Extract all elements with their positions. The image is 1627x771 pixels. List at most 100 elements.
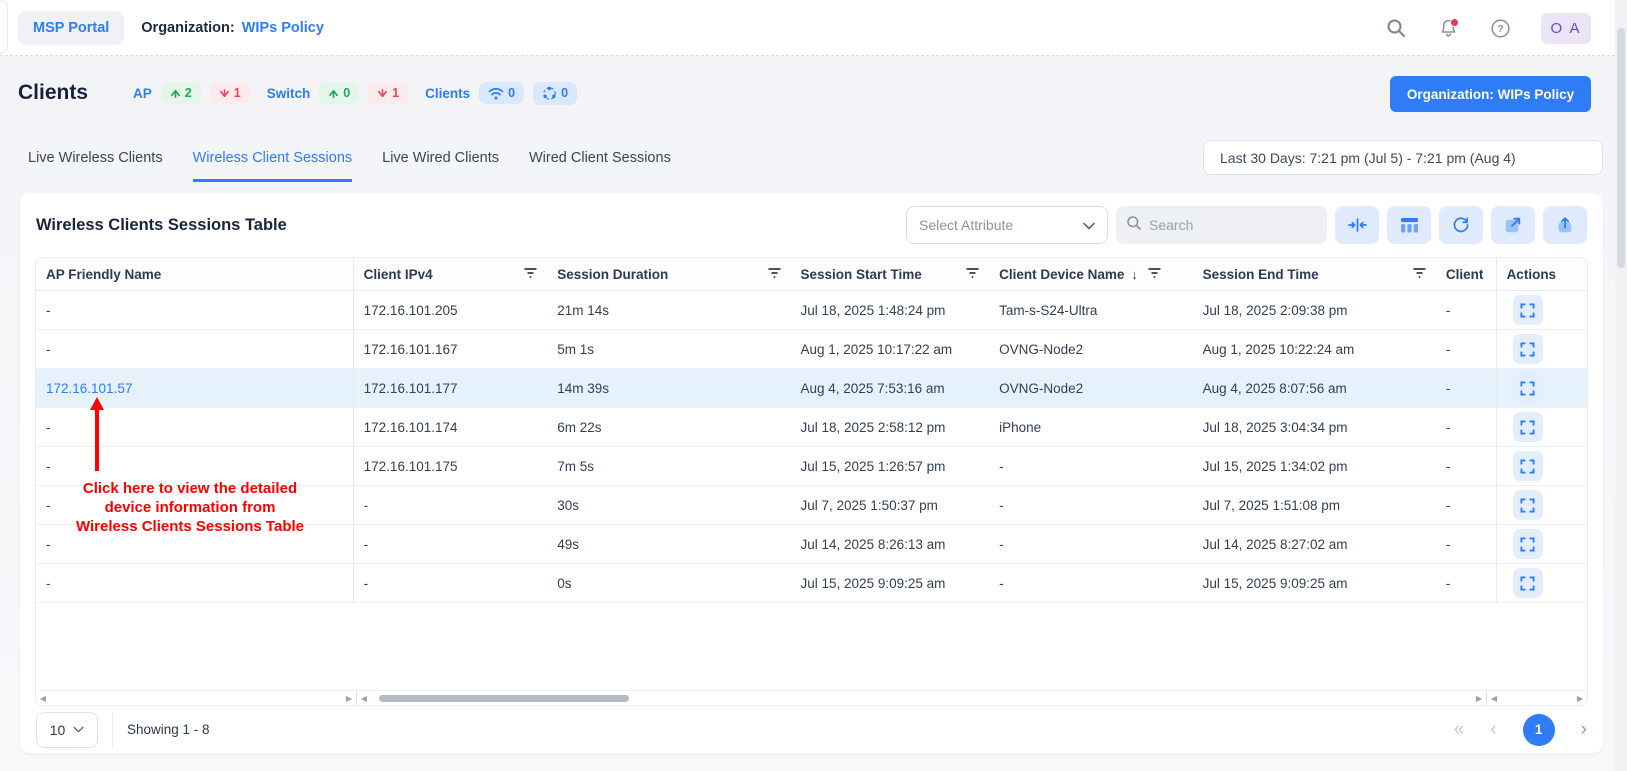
external-link-icon — [1504, 216, 1522, 234]
search-icon[interactable] — [1385, 17, 1407, 39]
expand-row-button[interactable] — [1513, 490, 1543, 520]
cell-session-end-time: Aug 1, 2025 10:22:24 am — [1193, 330, 1436, 368]
pinned-right-scrollbar[interactable]: ◀ ▶ — [1487, 691, 1587, 705]
current-page-button[interactable]: 1 — [1523, 714, 1555, 746]
notifications-bell-icon[interactable] — [1437, 17, 1459, 39]
expand-row-button[interactable] — [1513, 295, 1543, 325]
filter-icon[interactable] — [1413, 267, 1426, 279]
help-icon[interactable]: ? — [1489, 17, 1511, 39]
cell-session-duration: 30s — [547, 486, 790, 524]
expand-row-button[interactable] — [1513, 373, 1543, 403]
scroll-right-arrow-icon[interactable]: ▶ — [342, 694, 356, 703]
expand-row-button[interactable] — [1513, 334, 1543, 364]
column-header-session-end-time[interactable]: Session End Time — [1193, 258, 1436, 290]
cell-ap-friendly-name: - — [36, 330, 354, 368]
date-range-picker[interactable]: Last 30 Days: 7:21 pm (Jul 5) - 7:21 pm … — [1203, 140, 1603, 175]
expand-icon — [1520, 420, 1535, 435]
expand-row-button[interactable] — [1513, 412, 1543, 442]
scroll-right-arrow-icon[interactable]: ▶ — [1472, 694, 1486, 703]
column-header-session-duration[interactable]: Session Duration — [547, 258, 790, 290]
refresh-button[interactable] — [1439, 206, 1483, 244]
cell-ap-friendly-name: - — [36, 564, 354, 602]
cell-client-ipv: - — [1436, 564, 1496, 602]
scrollbar-thumb[interactable] — [379, 695, 629, 702]
column-header-client-ipv[interactable]: Client IPv — [1436, 258, 1496, 290]
open-in-new-button[interactable] — [1491, 206, 1535, 244]
filter-icon[interactable] — [1148, 267, 1161, 279]
first-page-icon[interactable]: « — [1454, 720, 1465, 739]
sort-desc-icon[interactable]: ↓ — [1131, 267, 1138, 282]
cell-client-ipv: - — [1436, 486, 1496, 524]
next-page-icon[interactable]: › — [1581, 720, 1587, 739]
tab-wireless-client-sessions[interactable]: Wireless Client Sessions — [193, 150, 353, 182]
expand-icon — [1520, 498, 1535, 513]
cell-client-device-name: - — [989, 564, 1193, 602]
search-field[interactable] — [1116, 206, 1327, 244]
cell-client-ipv4: 172.16.101.205 — [354, 291, 548, 329]
scroll-right-arrow-icon[interactable]: ▶ — [1573, 694, 1587, 703]
cell-session-start-time: Jul 18, 2025 1:48:24 pm — [791, 291, 990, 329]
manage-columns-button[interactable] — [1387, 206, 1431, 244]
cell-actions — [1496, 564, 1587, 602]
expand-icon — [1520, 459, 1535, 474]
sessions-table: AP Friendly NameClient IPv4Session Durat… — [35, 257, 1588, 706]
page-scrollbar-thumb[interactable] — [1617, 28, 1625, 268]
ap-name-link[interactable]: 172.16.101.57 — [46, 381, 132, 396]
column-header-actions[interactable]: Actions — [1496, 258, 1587, 290]
expand-icon — [1520, 342, 1535, 357]
tab-wired-client-sessions[interactable]: Wired Client Sessions — [529, 150, 671, 182]
cell-client-device-name: - — [989, 486, 1193, 524]
cell-session-end-time: Aug 4, 2025 8:07:56 am — [1193, 369, 1436, 407]
select-attribute-dropdown[interactable]: Select Attribute — [906, 206, 1108, 244]
search-input[interactable] — [1149, 217, 1299, 233]
page-vertical-scrollbar[interactable] — [1615, 0, 1627, 771]
column-header-client-device-name[interactable]: Client Device Name↓ — [989, 258, 1193, 290]
arrow-down-icon — [377, 88, 388, 99]
table-footer: 10 Showing 1 - 8 « ‹ 1 › — [20, 706, 1603, 753]
scroll-left-arrow-icon[interactable]: ◀ — [357, 694, 371, 703]
tab-live-wired-clients[interactable]: Live Wired Clients — [382, 150, 499, 182]
clients-header: Clients AP 2 1 Switch 0 1 Clients — [0, 57, 1615, 129]
pinned-left-scrollbar[interactable]: ◀ ▶ — [36, 691, 356, 705]
expand-row-button[interactable] — [1513, 451, 1543, 481]
collapse-columns-icon — [1348, 217, 1367, 233]
organization-wips-policy-button[interactable]: Organization: WIPs Policy — [1390, 76, 1591, 112]
sidebar-collapse-handle[interactable] — [0, 0, 8, 54]
tab-live-wireless-clients[interactable]: Live Wireless Clients — [28, 150, 163, 182]
horizontal-scrollbars: ◀ ▶ ◀ ▶ ◀ ▶ — [36, 690, 1587, 705]
cell-actions — [1496, 525, 1587, 563]
cell-actions — [1496, 369, 1587, 407]
scroll-left-arrow-icon[interactable]: ◀ — [36, 694, 50, 703]
column-header-ap-friendly-name[interactable]: AP Friendly Name — [36, 258, 354, 290]
export-button[interactable] — [1543, 206, 1587, 244]
scroll-left-arrow-icon[interactable]: ◀ — [1487, 694, 1501, 703]
table-row: -172.16.101.1675m 1sAug 1, 2025 10:17:22… — [36, 330, 1587, 369]
page-title: Clients — [18, 81, 88, 105]
search-icon — [1126, 215, 1142, 236]
organization-link[interactable]: WIPs Policy — [242, 20, 324, 36]
network-nodes-icon — [542, 86, 557, 101]
sessions-card: Wireless Clients Sessions Table Select A… — [20, 193, 1603, 753]
wired-clients-badge: 0 — [533, 82, 577, 105]
expand-row-button[interactable] — [1513, 568, 1543, 598]
fit-columns-button[interactable] — [1335, 206, 1379, 244]
filter-icon[interactable] — [768, 267, 781, 279]
user-avatar[interactable]: O A — [1541, 13, 1591, 44]
filter-icon[interactable] — [966, 267, 979, 279]
clients-stat-label: Clients — [425, 86, 470, 101]
column-header-client-ipv4[interactable]: Client IPv4 — [354, 258, 548, 290]
previous-page-icon[interactable]: ‹ — [1490, 720, 1496, 739]
filter-icon[interactable] — [524, 267, 537, 279]
column-header-session-start-time[interactable]: Session Start Time — [791, 258, 990, 290]
msp-portal-button[interactable]: MSP Portal — [18, 11, 124, 45]
cell-session-end-time: Jul 15, 2025 9:09:25 am — [1193, 564, 1436, 602]
cell-client-ipv4: 172.16.101.167 — [354, 330, 548, 368]
client-tabs: Live Wireless Clients Wireless Client Se… — [28, 150, 671, 182]
cell-client-ipv4: - — [354, 525, 548, 563]
cell-session-duration: 6m 22s — [547, 408, 790, 446]
expand-row-button[interactable] — [1513, 529, 1543, 559]
main-scrollbar[interactable]: ◀ ▶ — [357, 691, 1486, 705]
cell-ap-friendly-name: - — [36, 408, 354, 446]
cell-session-start-time: Jul 14, 2025 8:26:13 am — [791, 525, 990, 563]
page-size-select[interactable]: 10 — [36, 712, 98, 748]
